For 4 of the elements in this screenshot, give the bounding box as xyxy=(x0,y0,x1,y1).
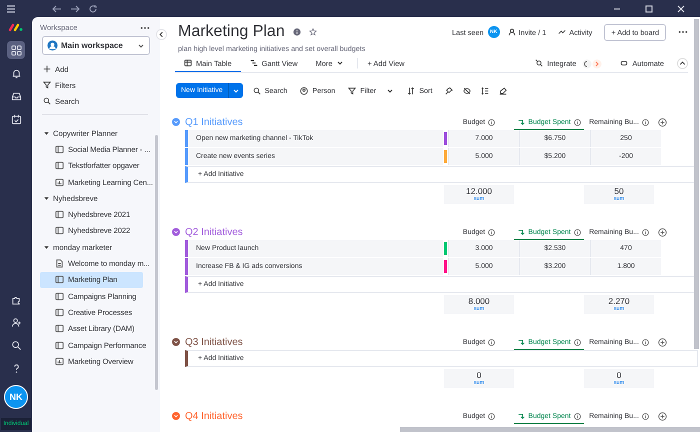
workspace-dropdown[interactable]: Main workspace xyxy=(42,36,150,55)
group-title[interactable]: Q3 Initiatives xyxy=(185,336,243,348)
board-title: Marketing Plan xyxy=(178,23,285,41)
group-title[interactable]: Q2 Initiatives xyxy=(185,226,243,238)
